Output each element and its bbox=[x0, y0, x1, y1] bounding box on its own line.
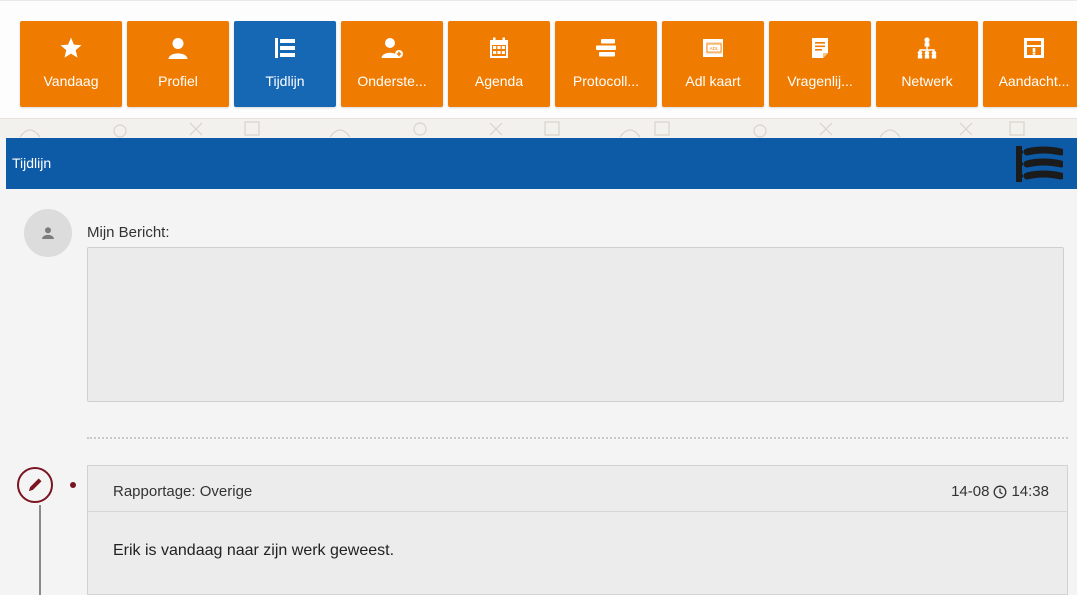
nav-tile-tijdlijn[interactable]: Tijdlijn bbox=[234, 21, 336, 107]
timeline-entry[interactable]: Rapportage: Overige 14-08 14:38 Erik is … bbox=[87, 465, 1068, 595]
entry-date: 14-08 bbox=[951, 483, 990, 500]
star-icon bbox=[58, 35, 84, 61]
message-label: Mijn Bericht: bbox=[87, 224, 170, 241]
nav-tile-label: Agenda bbox=[474, 73, 524, 89]
section-header: Tijdlijn bbox=[6, 138, 1077, 189]
timeline-content: Mijn Bericht: Rapportage: Overige 14-08 … bbox=[6, 189, 1077, 595]
attention-board-icon bbox=[1021, 35, 1047, 61]
entry-text: Erik is vandaag naar zijn werk geweest. bbox=[113, 542, 395, 559]
network-icon bbox=[914, 35, 940, 61]
entry-type: Rapportage: Overige bbox=[113, 483, 253, 500]
message-input[interactable] bbox=[87, 247, 1064, 402]
calendar-icon bbox=[486, 35, 512, 61]
nav-tile-label: Adl kaart bbox=[685, 73, 741, 89]
nav-tile-netwerk[interactable]: Netwerk bbox=[876, 21, 978, 107]
nav-tile-adl-kaart[interactable]: ADL Adl kaart bbox=[662, 21, 764, 107]
nav-tile-aandachtspunten[interactable]: Aandacht... bbox=[983, 21, 1077, 107]
nav-tile-label: Protocoll... bbox=[572, 73, 640, 89]
nav-tile-vragenlijsten[interactable]: Vragenlij... bbox=[769, 21, 871, 107]
nav-tile-protocollen[interactable]: Protocoll... bbox=[555, 21, 657, 107]
person-icon bbox=[165, 35, 191, 61]
entry-dot bbox=[70, 482, 76, 488]
svg-text:ADL: ADL bbox=[710, 46, 719, 51]
nav-tile-label: Vandaag bbox=[43, 73, 99, 89]
section-title: Tijdlijn bbox=[12, 155, 52, 171]
adl-card-icon: ADL bbox=[700, 35, 726, 61]
nav-tile-label: Profiel bbox=[158, 73, 198, 89]
timeline-line bbox=[39, 505, 41, 595]
nav-tile-label: Aandacht... bbox=[998, 73, 1070, 89]
entry-header: Rapportage: Overige 14-08 14:38 bbox=[88, 466, 1067, 512]
top-navigation-bar: Vandaag Profiel Tijdlijn Onderste... Age… bbox=[0, 0, 1077, 118]
decorative-pattern-strip bbox=[0, 118, 1077, 138]
questionnaire-icon bbox=[807, 35, 833, 61]
nav-tile-ondersteuning[interactable]: Onderste... bbox=[341, 21, 443, 107]
nav-tile-label: Onderste... bbox=[357, 73, 427, 89]
nav-tile-agenda[interactable]: Agenda bbox=[448, 21, 550, 107]
clock-icon bbox=[994, 485, 1007, 498]
nav-tile-label: Vragenlij... bbox=[787, 73, 853, 89]
person-plus-icon bbox=[379, 35, 405, 61]
nav-tiles: Vandaag Profiel Tijdlijn Onderste... Age… bbox=[20, 21, 1077, 107]
nav-tile-vandaag[interactable]: Vandaag bbox=[20, 21, 122, 107]
nav-tile-label: Netwerk bbox=[901, 73, 953, 89]
nav-tile-profiel[interactable]: Profiel bbox=[127, 21, 229, 107]
pencil-icon bbox=[17, 467, 53, 503]
user-icon bbox=[42, 227, 54, 239]
divider bbox=[87, 437, 1068, 439]
timeline-list-icon bbox=[272, 35, 298, 61]
nav-tile-label: Tijdlijn bbox=[265, 73, 305, 89]
entry-timestamp: 14-08 14:38 bbox=[951, 483, 1049, 500]
timeline-list-icon bbox=[1015, 144, 1065, 184]
stack-icon bbox=[593, 35, 619, 61]
avatar bbox=[24, 209, 72, 257]
entry-time: 14:38 bbox=[1011, 483, 1049, 500]
